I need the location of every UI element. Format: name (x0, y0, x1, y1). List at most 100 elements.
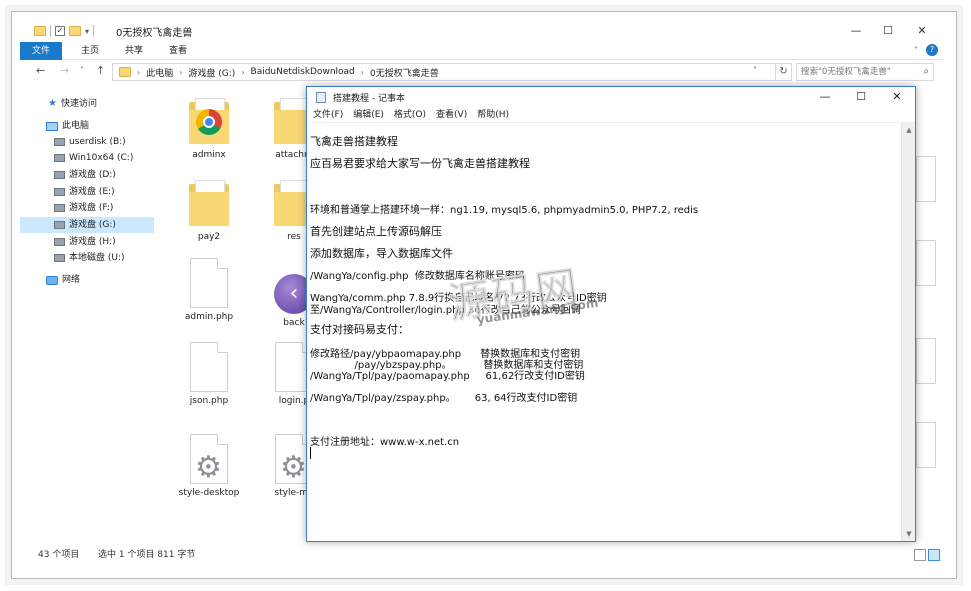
menu-edit[interactable]: 编辑(E) (353, 107, 384, 122)
sidebar-item-this-pc[interactable]: 此电脑 (20, 118, 154, 134)
minimize-button[interactable]: — (807, 87, 843, 107)
file-item-partial[interactable] (916, 240, 936, 286)
notepad-title: 搭建教程 - 记事本 (333, 94, 405, 104)
item-count: 43 个项目 (38, 550, 80, 560)
text-line: 应百易君要求给大家写一份飞禽走兽搭建教程 (310, 157, 530, 170)
scroll-down-icon[interactable]: ▼ (902, 527, 916, 541)
breadcrumb-item[interactable]: BaiduNetdiskDownload (251, 67, 355, 77)
selection-info: 选中 1 个项目 811 字节 (98, 550, 196, 560)
sidebar-item-label: 本地磁盘 (U:) (69, 253, 125, 263)
folder-icon (34, 26, 46, 36)
expand-ribbon-icon[interactable]: ˅ (914, 46, 918, 55)
file-label: style-desktop (178, 488, 240, 498)
forward-arrow-icon[interactable]: → (60, 64, 69, 77)
up-arrow-icon[interactable]: ↑ (96, 64, 105, 77)
new-folder-icon[interactable] (69, 26, 81, 36)
sidebar-item-drive-f[interactable]: 游戏盘 (F:) (20, 200, 154, 216)
sidebar-item-drive-g[interactable]: 游戏盘 (G:) (20, 217, 154, 233)
notepad-menubar: 文件(F) 编辑(E) 格式(O) 查看(V) 帮助(H) (307, 107, 915, 123)
drive-icon (54, 138, 65, 146)
tab-home[interactable]: 主页 (72, 42, 108, 60)
recent-locations-icon[interactable]: ˅ (80, 66, 84, 75)
maximize-button[interactable]: ☐ (843, 87, 879, 107)
menu-file[interactable]: 文件(F) (313, 107, 343, 122)
menu-format[interactable]: 格式(O) (394, 107, 426, 122)
details-view-icon[interactable] (914, 549, 926, 561)
back-arrow-icon[interactable]: ← (36, 64, 45, 77)
sidebar-item-label: Win10x64 (C:) (69, 153, 134, 163)
search-icon[interactable]: ⌕ (923, 64, 929, 80)
file-label: pay2 (197, 232, 221, 242)
tab-file[interactable]: 文件 (20, 42, 62, 60)
breadcrumb-item[interactable]: 此电脑 (146, 66, 173, 79)
drive-icon (54, 254, 65, 262)
computer-icon (46, 121, 58, 131)
ribbon-tabs: 文件 主页 共享 查看 ˅ ? (20, 42, 944, 60)
address-input[interactable]: › 此电脑 › 游戏盘 (G:) › BaiduNetdiskDownload … (112, 63, 776, 81)
file-item[interactable]: admin.php (174, 258, 244, 322)
file-item-partial[interactable] (916, 156, 936, 202)
chevron-down-icon[interactable]: ˅ (753, 66, 757, 75)
properties-icon[interactable]: ✓ (55, 26, 65, 36)
ribbon-right: ˅ ? (914, 44, 938, 56)
sidebar-item-drive-h[interactable]: 游戏盘 (H:) (20, 234, 154, 250)
text-line: 添加数据库，导入数据库文件 (310, 247, 453, 260)
navigation-pane: ★ 快速访问 此电脑 userdisk (B:) Win10x64 (C:) 游戏… (20, 88, 154, 543)
file-item[interactable]: pay2 (174, 178, 244, 242)
close-button[interactable]: ✕ (879, 87, 915, 107)
menu-help[interactable]: 帮助(H) (477, 107, 509, 122)
refresh-icon[interactable]: ↻ (776, 63, 792, 81)
sidebar-item-drive-d[interactable]: 游戏盘 (D:) (20, 167, 154, 183)
sidebar-item-quick-access[interactable]: ★ 快速访问 (20, 96, 154, 112)
search-placeholder: 搜索"0无授权飞禽走兽" (801, 67, 891, 77)
drive-icon (54, 238, 65, 246)
drive-icon (54, 204, 65, 212)
chevron-right-icon: › (241, 67, 245, 77)
file-item[interactable]: json.php (174, 342, 244, 406)
file-item-partial[interactable] (916, 422, 936, 468)
menu-view[interactable]: 查看(V) (436, 107, 467, 122)
sidebar-item-drive-u[interactable]: 本地磁盘 (U:) (20, 250, 154, 266)
file-item-partial[interactable] (916, 338, 936, 384)
folder-icon (187, 96, 231, 146)
sidebar-item-network[interactable]: 网络 (20, 272, 154, 288)
file-item[interactable]: adminx (174, 96, 244, 160)
notepad-text-area[interactable]: 飞禽走兽搭建教程 应百易君要求给大家写一份飞禽走兽搭建教程 环境和普通掌上搭建环… (307, 123, 901, 541)
sidebar-item-drive-c[interactable]: Win10x64 (C:) (20, 150, 154, 166)
status-bar: 43 个项目 选中 1 个项目 811 字节 (20, 546, 944, 564)
search-input[interactable]: 搜索"0无授权飞禽走兽" ⌕ (796, 63, 934, 81)
address-bar-row: ← → ˅ ↑ › 此电脑 › 游戏盘 (G:) › BaiduNetdiskD… (20, 60, 944, 84)
gear-icon: ⚙ (280, 450, 307, 485)
tab-view[interactable]: 查看 (160, 42, 196, 60)
maximize-button[interactable]: ☐ (870, 20, 906, 42)
text-line: /WangYa/Tpl/pay/zspay.php。 63, 64行改支付ID密… (310, 393, 578, 404)
customize-toolbar-icon[interactable]: ▾ (85, 27, 89, 36)
text-caret (310, 447, 311, 459)
tab-share[interactable]: 共享 (116, 42, 152, 60)
star-icon: ★ (48, 98, 57, 109)
window-title: 0无授权飞禽走兽 (116, 28, 193, 39)
sidebar-item-label: 游戏盘 (F:) (69, 203, 114, 213)
quick-access-toolbar: ✓ ▾ (34, 25, 95, 37)
folder-icon (119, 67, 131, 77)
drive-icon (54, 188, 65, 196)
large-icons-view-icon[interactable] (928, 549, 940, 561)
divider (93, 25, 95, 37)
sidebar-item-drive-e[interactable]: 游戏盘 (E:) (20, 184, 154, 200)
scroll-up-icon[interactable]: ▲ (902, 123, 916, 137)
text-line: 环境和普通掌上搭建环境一样：ng1.19, mysql5.6, phpmyadm… (310, 205, 699, 216)
sidebar-item-label: userdisk (B:) (69, 137, 126, 147)
breadcrumb-item[interactable]: 游戏盘 (G:) (188, 66, 235, 79)
sidebar-item-drive-b[interactable]: userdisk (B:) (20, 134, 154, 150)
help-icon[interactable]: ? (926, 44, 938, 56)
close-button[interactable]: ✕ (904, 20, 940, 42)
text-line: 支付注册地址：www.w-x.net.cn (310, 437, 460, 448)
breadcrumb-item[interactable]: 0无授权飞禽走兽 (370, 66, 439, 79)
notepad-icon (316, 92, 326, 103)
minimize-button[interactable]: — (838, 20, 874, 42)
notepad-titlebar: 搭建教程 - 记事本 — ☐ ✕ (307, 87, 915, 107)
file-item[interactable]: ⚙ style-desktop (174, 434, 244, 498)
vertical-scrollbar[interactable]: ▲ ▼ (901, 123, 915, 541)
sidebar-item-label: 此电脑 (62, 121, 90, 131)
file-label: admin.php (184, 312, 234, 322)
